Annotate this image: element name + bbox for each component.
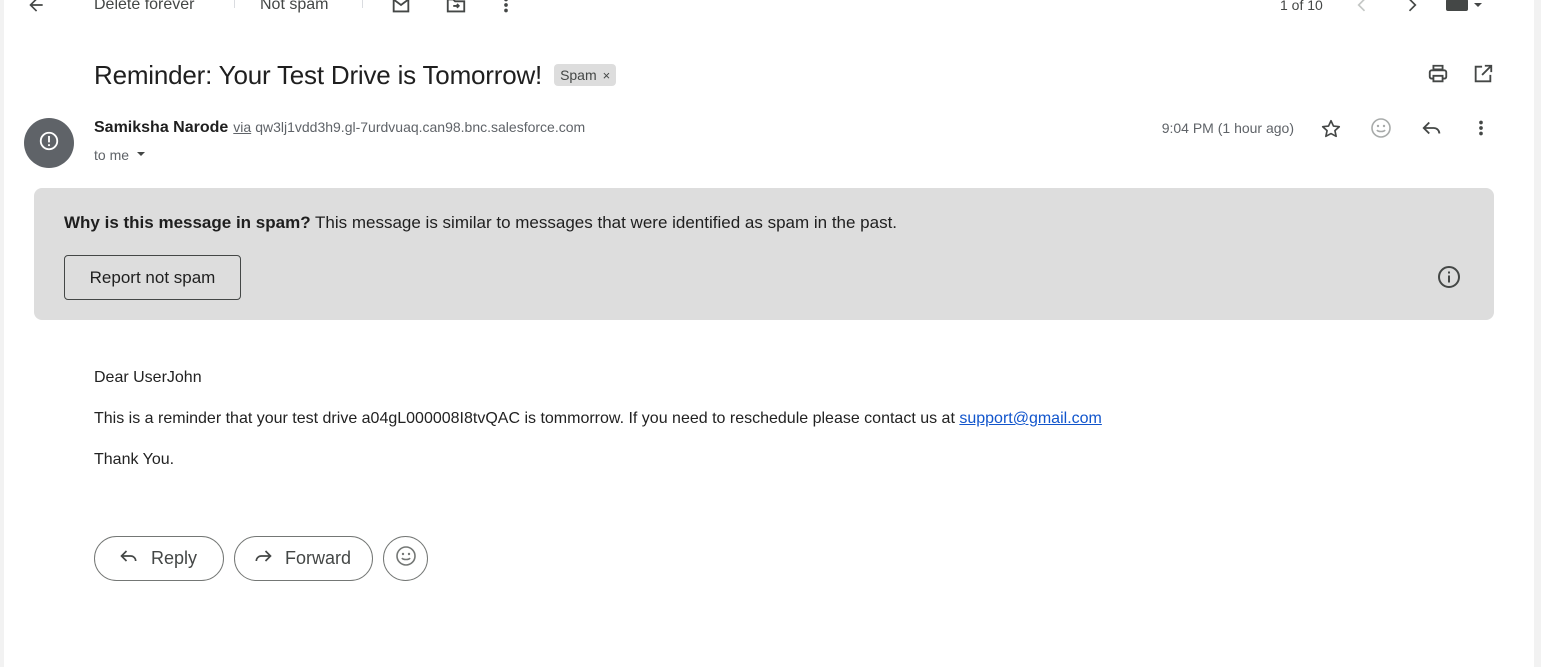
open-in-new-icon bbox=[1472, 63, 1494, 90]
forward-pill-button[interactable]: Forward bbox=[234, 536, 373, 581]
chevron-left-icon bbox=[1352, 0, 1372, 15]
spam-reason: Why is this message in spam? This messag… bbox=[64, 213, 898, 232]
support-email-link[interactable]: support@gmail.com bbox=[959, 410, 1102, 427]
print-button[interactable] bbox=[1426, 64, 1450, 88]
sender-name[interactable]: Samiksha Narode bbox=[94, 119, 228, 137]
open-in-new-window-button[interactable] bbox=[1471, 64, 1495, 88]
page-edge bbox=[1534, 0, 1541, 667]
message-more-button[interactable] bbox=[1469, 118, 1493, 142]
email-view: Delete forever Not spam 1 of 10 Reminder… bbox=[4, 0, 1534, 667]
reply-pill-button[interactable]: Reply bbox=[94, 536, 224, 581]
delete-forever-button[interactable]: Delete forever bbox=[94, 0, 195, 20]
sender-avatar[interactable] bbox=[24, 118, 74, 168]
more-vert-icon bbox=[1473, 117, 1489, 144]
newer-button[interactable] bbox=[1352, 0, 1372, 20]
warning-icon bbox=[38, 130, 60, 157]
info-icon[interactable] bbox=[1437, 265, 1461, 289]
toolbar-divider bbox=[362, 0, 363, 8]
mark-unread-button[interactable] bbox=[390, 0, 412, 20]
reply-button[interactable] bbox=[1420, 118, 1444, 142]
caret-down-icon[interactable] bbox=[129, 147, 147, 163]
mail-unread-icon bbox=[390, 0, 412, 16]
spam-warning-banner: Why is this message in spam? This messag… bbox=[34, 188, 1494, 320]
email-subject: Reminder: Your Test Drive is Tomorrow! bbox=[94, 59, 543, 90]
remove-label-icon[interactable]: × bbox=[603, 68, 611, 83]
spam-label-chip[interactable]: Spam × bbox=[554, 64, 617, 86]
body-paragraph: This is a reminder that your test drive … bbox=[94, 410, 1102, 427]
back-button[interactable] bbox=[26, 0, 46, 20]
print-icon bbox=[1427, 63, 1449, 90]
recipient-details[interactable]: to me bbox=[94, 145, 147, 165]
email-timestamp: 9:04 PM (1 hour ago) bbox=[1161, 120, 1294, 136]
add-reaction-button[interactable] bbox=[1369, 116, 1393, 145]
body-greeting: Dear UserJohn bbox=[94, 369, 202, 386]
chevron-right-icon bbox=[1402, 0, 1422, 15]
input-tools-button[interactable] bbox=[1444, 0, 1484, 20]
older-button[interactable] bbox=[1402, 0, 1422, 20]
toolbar: Delete forever Not spam 1 of 10 bbox=[4, 0, 1534, 20]
email-subject-row: Reminder: Your Test Drive is Tomorrow! S… bbox=[94, 58, 617, 92]
more-vert-icon bbox=[498, 0, 514, 16]
toolbar-divider bbox=[234, 0, 235, 8]
forward-icon bbox=[253, 546, 285, 571]
emoji-icon bbox=[1369, 116, 1393, 145]
emoji-reaction-button[interactable] bbox=[383, 536, 428, 581]
pagination-label: 1 of 10 bbox=[1280, 0, 1323, 13]
sender-line: Samiksha Narode via qw3lj1vdd3h9.gl-7urd… bbox=[94, 119, 585, 141]
not-spam-button[interactable]: Not spam bbox=[260, 0, 328, 20]
arrow-left-icon bbox=[26, 0, 46, 15]
move-to-button[interactable] bbox=[445, 0, 467, 20]
emoji-icon bbox=[394, 544, 418, 573]
reply-icon bbox=[1421, 117, 1443, 144]
via-link[interactable]: via bbox=[233, 119, 251, 135]
star-button[interactable] bbox=[1319, 119, 1343, 143]
keyboard-icon bbox=[1444, 0, 1484, 15]
recipient-label: to me bbox=[94, 147, 130, 163]
move-to-icon bbox=[445, 0, 467, 16]
via-address: qw3lj1vdd3h9.gl-7urdvuaq.can98.bnc.sales… bbox=[255, 119, 586, 135]
more-options-button[interactable] bbox=[498, 0, 514, 20]
body-closing: Thank You. bbox=[94, 451, 175, 468]
report-not-spam-button[interactable]: Report not spam bbox=[64, 255, 241, 300]
star-icon bbox=[1320, 118, 1342, 145]
reply-icon bbox=[119, 546, 151, 571]
